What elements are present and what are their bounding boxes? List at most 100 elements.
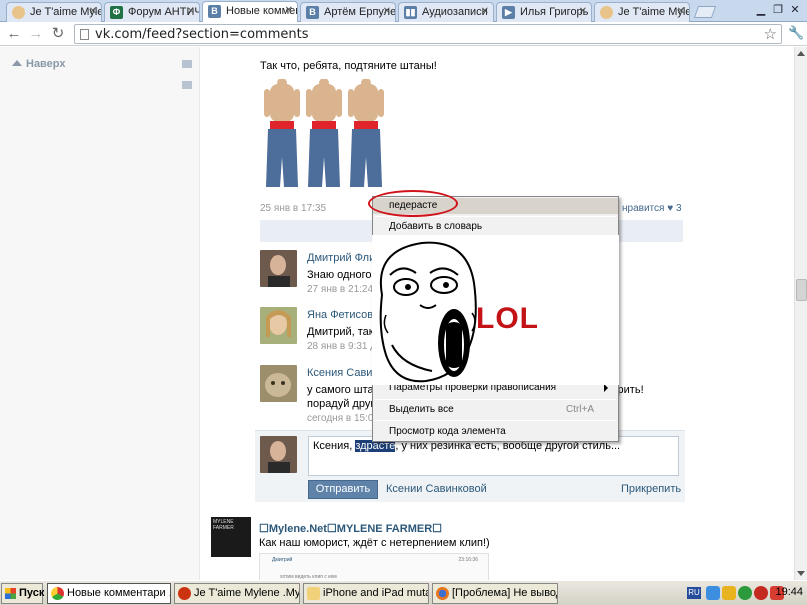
close-icon[interactable]: ✕ [579, 6, 587, 17]
post-author[interactable]: ☐Mylene.Net☐MYLENE FARMER☐ [259, 522, 442, 535]
send-button[interactable]: Отправить [308, 480, 378, 499]
taskbar-item-folder[interactable]: iPhone and iPad mutant ... [303, 583, 429, 604]
scroll-thumb[interactable] [796, 279, 807, 301]
tab-forum[interactable]: Ф Форум АНТИЧ ✕ [104, 2, 200, 22]
comment-date[interactable]: 27 янв в 21:24 [307, 284, 373, 295]
close-window-icon[interactable]: ✕ [788, 3, 802, 17]
comment-author[interactable]: Яна Фетисова [307, 309, 379, 321]
thumb-date: 23:16:36 [458, 557, 478, 563]
scroll-up-link[interactable]: Наверх [12, 58, 66, 70]
attach-link[interactable]: Прикрепить [621, 483, 681, 495]
tab-jetaime-2[interactable]: Je T'aime Myle ✕ [594, 2, 690, 22]
post-date[interactable]: 25 янв в 17:35 [260, 203, 326, 214]
task-label: Новые комментари ... [67, 587, 171, 599]
browser-toolbar: ← → ↻ vk.com/feed?section=comments ☆ 🔧 [0, 22, 807, 46]
reply-input[interactable]: Ксения, здрасте, у них резинка есть, воо… [308, 436, 679, 476]
close-icon[interactable]: ✕ [285, 5, 293, 16]
windows-taskbar: Пуск Новые комментари ... Je T'aime Myle… [0, 580, 807, 605]
system-tray: RU 19:44 [686, 583, 806, 604]
clock[interactable]: 19:44 [775, 586, 803, 598]
tab-jetaime-1[interactable]: Je T'aime Myle ✕ [6, 2, 102, 22]
arrow-up-icon [12, 60, 22, 66]
vk-icon: B [306, 6, 319, 19]
close-icon[interactable]: ✕ [187, 6, 195, 17]
windows-flag-icon [5, 588, 16, 599]
minimize-icon[interactable]: ▁ [754, 3, 768, 17]
post-image[interactable] [260, 79, 395, 191]
mail-icon[interactable] [182, 60, 192, 68]
tray-opera-icon[interactable] [754, 586, 768, 600]
browser-tab-strip: Je T'aime Myle ✕ Ф Форум АНТИЧ ✕ B Новые… [0, 0, 807, 23]
tab-ilya[interactable]: ▶ Илья Григорь ✕ [496, 2, 592, 22]
avatar[interactable] [260, 365, 297, 402]
tab-new-comments[interactable]: B Новые коммента ✕ [202, 1, 298, 23]
address-bar[interactable]: vk.com/feed?section=comments ☆ [74, 24, 782, 44]
chrome-icon [600, 6, 613, 19]
reply-to-link[interactable]: Ксении Савинковой [386, 483, 487, 495]
back-icon[interactable]: ← [4, 24, 24, 44]
task-label: iPhone and iPad mutant ... [323, 587, 428, 599]
avatar[interactable]: MYLENE FARMER [211, 517, 251, 557]
close-icon[interactable]: ✕ [89, 6, 97, 17]
tray-network-icon[interactable] [706, 586, 720, 600]
post-text: Так что, ребята, подтяните штаны! [260, 60, 437, 72]
submenu-arrow-icon [604, 384, 608, 392]
reload-icon[interactable]: ↻ [48, 24, 68, 44]
heart-icon: ♥ [667, 203, 674, 214]
menu-separator [375, 399, 616, 400]
start-label: Пуск [19, 587, 45, 599]
task-label: Je T'aime Mylene .My Clu... [194, 587, 300, 599]
close-icon[interactable]: ✕ [383, 6, 391, 17]
vertical-scrollbar[interactable] [794, 47, 807, 580]
task-label: [Проблема] Не выводи... [452, 587, 557, 599]
lol-text: LOL [476, 302, 539, 335]
comment-date[interactable]: 28 янв в 9:31 Д [307, 341, 377, 352]
close-icon[interactable]: ✕ [481, 6, 489, 17]
chrome-icon [51, 587, 64, 600]
video-icon: ▶ [502, 6, 515, 19]
tab-audio[interactable]: ▮▮ Аудиозаписи ✕ [398, 2, 494, 22]
avatar [260, 436, 297, 473]
start-button[interactable]: Пуск [1, 583, 45, 604]
opera-icon [178, 587, 191, 600]
select-all-shortcut: Ctrl+A [565, 404, 594, 415]
scroll-up-arrow-icon[interactable] [797, 51, 805, 56]
vk-icon: B [208, 5, 221, 18]
scroll-down-arrow-icon[interactable] [797, 571, 805, 576]
inspect-element-item[interactable]: Просмотр кода элемента [373, 424, 618, 440]
thumb-name: Дмитрий [272, 557, 293, 563]
bookmark-star-icon[interactable]: ☆ [764, 25, 777, 43]
avatar[interactable] [260, 307, 297, 344]
maximize-icon[interactable]: ❐ [771, 3, 785, 17]
taskbar-item-chrome[interactable]: Новые комментари ... [47, 583, 171, 604]
forward-icon[interactable]: → [26, 24, 46, 44]
tab-label: Аудиозаписи [422, 6, 488, 18]
tray-app-icon[interactable] [722, 586, 736, 600]
tab-artem[interactable]: B Артём Ерпуле ✕ [300, 2, 396, 22]
chat-icon[interactable] [182, 81, 192, 89]
taskbar-item-firefox[interactable]: [Проблема] Не выводи... [432, 583, 558, 604]
wrench-menu-icon[interactable]: 🔧 [788, 25, 804, 41]
red-annotation-circle [368, 190, 458, 217]
select-all-item[interactable]: Выделить все Ctrl+A [373, 402, 618, 418]
avatar[interactable] [260, 250, 297, 287]
audio-icon: ▮▮ [404, 6, 417, 19]
new-tab-button[interactable] [693, 6, 717, 18]
tray-status-icon[interactable] [738, 586, 752, 600]
avatar-caption: MYLENE FARMER [213, 519, 234, 531]
comment-date[interactable]: сегодня в 15:04 [307, 413, 379, 424]
close-icon[interactable]: ✕ [677, 6, 685, 17]
reply-prefix: Ксения, [313, 440, 356, 452]
scroll-up-label: Наверх [26, 58, 66, 70]
forum-icon: Ф [110, 6, 123, 19]
folder-icon [307, 587, 320, 600]
language-indicator[interactable]: RU [687, 587, 701, 599]
attached-screenshot[interactable]: Дмитрий 23:16:36 хотим видеть клип с кем [259, 553, 489, 580]
like-label: нравится [622, 203, 665, 214]
taskbar-item-opera[interactable]: Je T'aime Mylene .My Clu... [174, 583, 300, 604]
like-count: 3 [675, 203, 682, 214]
like-button[interactable]: нравится ♥ 3 [622, 203, 682, 214]
add-to-dictionary-item[interactable]: Добавить в словарь [373, 219, 618, 235]
comment-text-line2: порадуй друга [307, 398, 381, 410]
url-text[interactable]: vk.com/feed?section=comments [95, 27, 308, 42]
